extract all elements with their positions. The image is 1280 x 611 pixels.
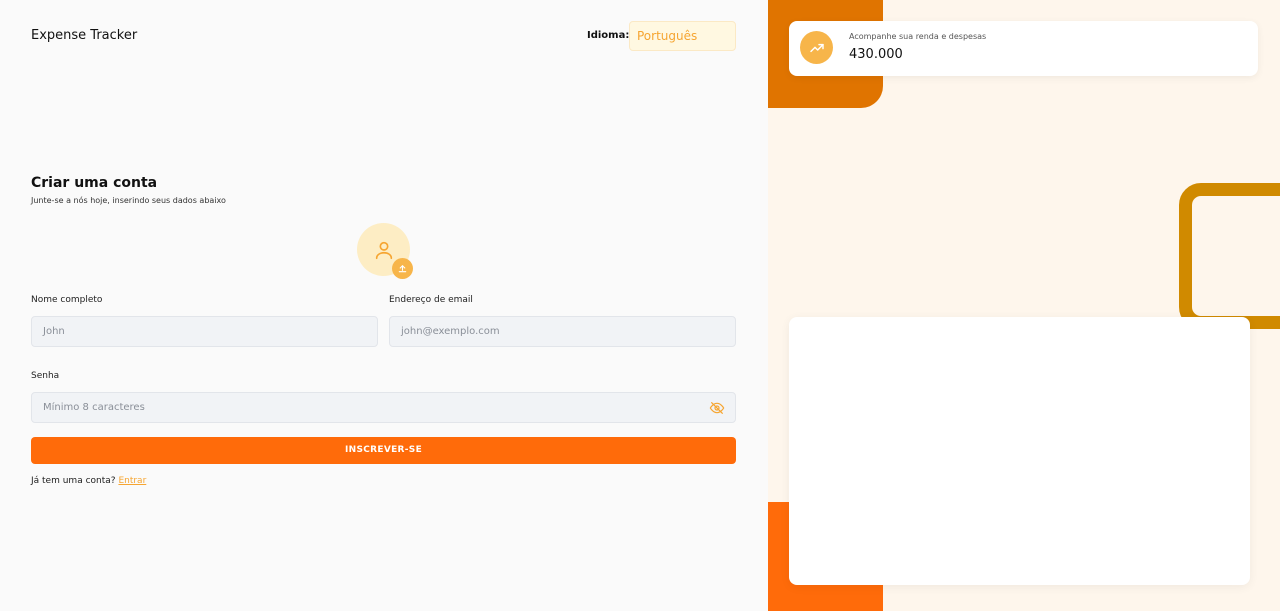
- language-select[interactable]: Português: [629, 21, 736, 51]
- stat-label: Acompanhe sua renda e despesas: [849, 32, 987, 41]
- page-title: Criar uma conta: [31, 175, 158, 191]
- stat-icon-badge: [800, 31, 833, 64]
- language-label: Idioma:: [587, 30, 630, 41]
- password-input[interactable]: Mínimo 8 caracteres: [31, 392, 736, 423]
- chart-card: [789, 317, 1250, 585]
- upload-photo-button[interactable]: [392, 258, 413, 279]
- email-label: Endereço de email: [389, 295, 473, 305]
- full-name-label: Nome completo: [31, 295, 103, 305]
- login-prompt: Já tem uma conta? Entrar: [31, 476, 146, 486]
- eye-off-icon[interactable]: [709, 400, 725, 416]
- password-label: Senha: [31, 371, 60, 381]
- decorative-frame: [1179, 183, 1280, 329]
- login-link[interactable]: Entrar: [118, 476, 146, 486]
- decorative-panel: Acompanhe sua renda e despesas 430.000: [768, 0, 1280, 611]
- full-name-input[interactable]: John: [31, 316, 378, 347]
- user-icon: [375, 241, 392, 259]
- page-subtitle: Junte-se a nós hoje, inserindo seus dado…: [31, 196, 226, 205]
- upload-icon: [398, 265, 407, 273]
- signup-button[interactable]: INSCREVER-SE: [31, 437, 736, 464]
- email-input[interactable]: john@exemplo.com: [389, 316, 736, 347]
- trending-up-icon: [809, 43, 824, 52]
- stat-value: 430.000: [849, 47, 903, 62]
- signup-panel: Expense Tracker Idioma: Português Criar …: [0, 0, 768, 611]
- login-prompt-text: Já tem uma conta?: [31, 476, 116, 486]
- stat-card: Acompanhe sua renda e despesas 430.000: [789, 21, 1258, 76]
- app-title: Expense Tracker: [31, 28, 138, 43]
